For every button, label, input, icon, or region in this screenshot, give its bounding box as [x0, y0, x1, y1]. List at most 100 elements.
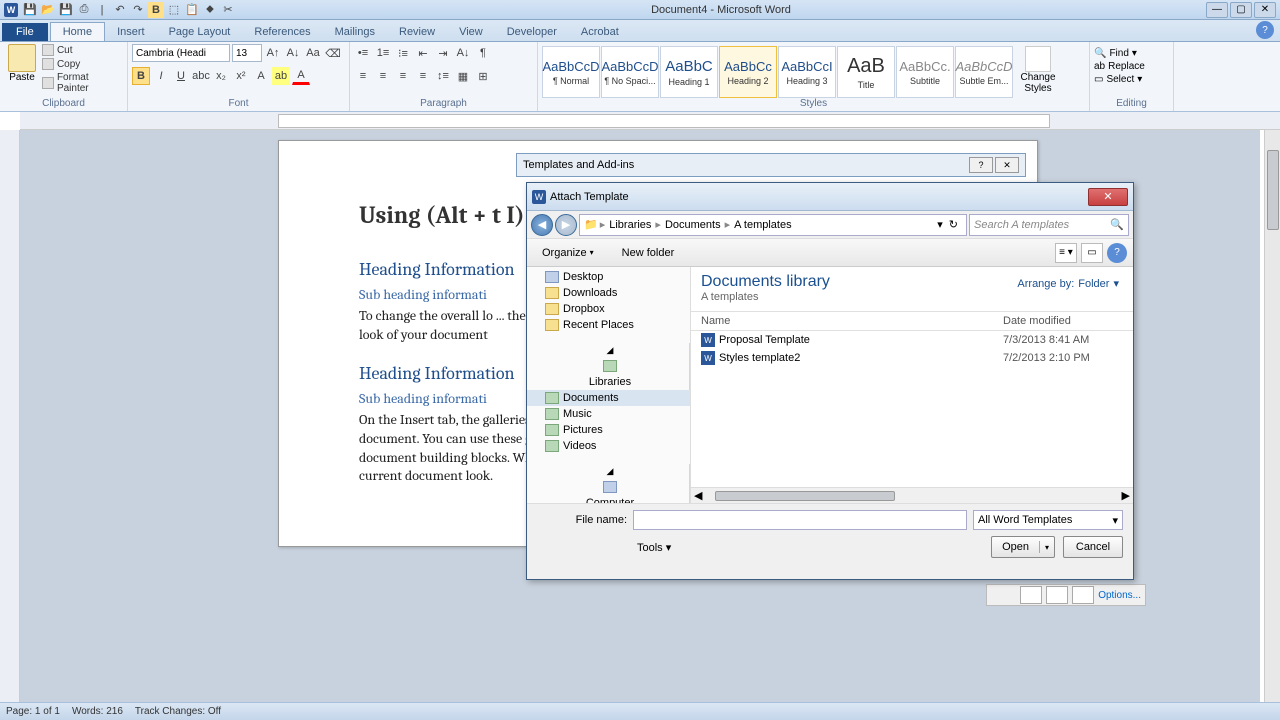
templates-close-button[interactable]: ✕: [995, 157, 1019, 173]
help-icon[interactable]: ?: [1256, 21, 1274, 39]
change-case-icon[interactable]: Aa: [304, 44, 322, 62]
show-marks-icon[interactable]: ¶: [474, 44, 492, 62]
tab-insert[interactable]: Insert: [105, 23, 157, 41]
minimize-button[interactable]: —: [1206, 2, 1228, 18]
font-size-combo[interactable]: 13: [232, 44, 262, 62]
style-no-spacing[interactable]: AaBbCcD¶ No Spaci...: [601, 46, 659, 98]
filename-input[interactable]: [633, 510, 967, 530]
crumb-documents[interactable]: Documents: [663, 219, 723, 231]
find-button[interactable]: 🔍Find ▾: [1094, 48, 1145, 59]
shading-icon[interactable]: ▦: [454, 67, 472, 85]
col-date[interactable]: Date modified: [1003, 315, 1123, 327]
tab-developer[interactable]: Developer: [495, 23, 569, 41]
close-button[interactable]: ✕: [1254, 2, 1276, 18]
dialog-titlebar[interactable]: W Attach Template ✕: [527, 183, 1133, 211]
preview-button[interactable]: ▭: [1081, 243, 1103, 263]
format-painter-button[interactable]: Format Painter: [42, 72, 123, 94]
back-button[interactable]: ◀: [531, 214, 553, 236]
status-words[interactable]: Words: 216: [72, 706, 123, 717]
nav-recent[interactable]: Recent Places: [527, 317, 690, 333]
style-heading1[interactable]: AaBbCHeading 1: [660, 46, 718, 98]
qat-open-icon[interactable]: 📂: [40, 2, 56, 18]
borders-icon[interactable]: ⊞: [474, 67, 492, 85]
status-track[interactable]: Track Changes: Off: [135, 706, 221, 717]
style-heading3[interactable]: AaBbCcIHeading 3: [778, 46, 836, 98]
multilevel-icon[interactable]: ⁝≡: [394, 44, 412, 62]
search-input[interactable]: Search A templates 🔍: [969, 214, 1129, 236]
qat-cut-icon[interactable]: ✂: [220, 2, 236, 18]
nav-dropbox[interactable]: Dropbox: [527, 301, 690, 317]
nav-videos[interactable]: Videos: [527, 438, 690, 454]
nav-computer[interactable]: ◢Computer: [527, 464, 690, 503]
horizontal-scrollbar[interactable]: ◀▶: [691, 487, 1133, 503]
tab-page-layout[interactable]: Page Layout: [157, 23, 243, 41]
view-mode-button[interactable]: ≡ ▾: [1055, 243, 1077, 263]
clear-format-icon[interactable]: ⌫: [324, 44, 342, 62]
horizontal-ruler[interactable]: [20, 112, 1280, 130]
line-spacing-icon[interactable]: ↕≡: [434, 67, 452, 85]
crumb-folder[interactable]: A templates: [732, 219, 793, 231]
opt-icon-3[interactable]: [1072, 586, 1094, 604]
nav-documents[interactable]: Documents: [527, 390, 690, 406]
sort-icon[interactable]: A↓: [454, 44, 472, 62]
italic-button[interactable]: I: [152, 67, 170, 85]
paste-button[interactable]: Paste: [4, 44, 40, 83]
tab-references[interactable]: References: [242, 23, 322, 41]
grow-font-icon[interactable]: A↑: [264, 44, 282, 62]
dec-indent-icon[interactable]: ⇤: [414, 44, 432, 62]
tab-acrobat[interactable]: Acrobat: [569, 23, 631, 41]
align-right-icon[interactable]: ≡: [394, 67, 412, 85]
column-headers[interactable]: Name Date modified: [691, 311, 1133, 331]
nav-desktop[interactable]: Desktop: [527, 269, 690, 285]
forward-button[interactable]: ▶: [555, 214, 577, 236]
tab-view[interactable]: View: [447, 23, 495, 41]
qat-save2-icon[interactable]: 💾: [58, 2, 74, 18]
opt-icon-2[interactable]: [1046, 586, 1068, 604]
numbering-icon[interactable]: 1≡: [374, 44, 392, 62]
style-normal[interactable]: AaBbCcD¶ Normal: [542, 46, 600, 98]
arrange-by[interactable]: Arrange by: Folder ▾: [1017, 277, 1119, 290]
file-row[interactable]: W Proposal Template 7/3/2013 8:41 AM: [691, 331, 1133, 349]
qat-object-icon[interactable]: ⬥: [202, 2, 218, 18]
qat-ext-icon[interactable]: ⬚: [166, 2, 182, 18]
justify-icon[interactable]: ≡: [414, 67, 432, 85]
qat-redo-icon[interactable]: ↷: [130, 2, 146, 18]
dialog-close-button[interactable]: ✕: [1088, 188, 1128, 206]
vertical-scrollbar[interactable]: [1264, 130, 1280, 702]
open-dropdown-icon[interactable]: ▾: [1040, 543, 1054, 552]
cut-button[interactable]: Cut: [42, 44, 123, 56]
change-styles-button[interactable]: Change Styles: [1015, 44, 1061, 94]
cancel-button[interactable]: Cancel: [1063, 536, 1123, 558]
qat-bold-icon[interactable]: B: [148, 2, 164, 18]
replace-button[interactable]: abReplace: [1094, 61, 1145, 72]
text-effects-icon[interactable]: A: [252, 67, 270, 85]
align-left-icon[interactable]: ≡: [354, 67, 372, 85]
align-center-icon[interactable]: ≡: [374, 67, 392, 85]
maximize-button[interactable]: ▢: [1230, 2, 1252, 18]
file-row[interactable]: W Styles template2 7/2/2013 2:10 PM: [691, 349, 1133, 367]
style-heading2[interactable]: AaBbCcHeading 2: [719, 46, 777, 98]
nav-pictures[interactable]: Pictures: [527, 422, 690, 438]
organize-button[interactable]: Organize▾: [533, 244, 603, 262]
qat-save-icon[interactable]: 💾: [22, 2, 38, 18]
subscript-button[interactable]: x₂: [212, 67, 230, 85]
breadcrumb-dropdown-icon[interactable]: ▾: [937, 218, 943, 231]
copy-button[interactable]: Copy: [42, 58, 123, 70]
dialog-help-icon[interactable]: ?: [1107, 243, 1127, 263]
underline-button[interactable]: U: [172, 67, 190, 85]
open-button[interactable]: Open ▾: [991, 536, 1055, 558]
status-page[interactable]: Page: 1 of 1: [6, 706, 60, 717]
refresh-icon[interactable]: ↻: [945, 218, 962, 231]
opt-icon-1[interactable]: [1020, 586, 1042, 604]
tab-mailings[interactable]: Mailings: [323, 23, 387, 41]
font-color-icon[interactable]: A: [292, 67, 310, 85]
crumb-libraries[interactable]: Libraries: [607, 219, 653, 231]
options-link[interactable]: Options...: [1098, 590, 1141, 601]
highlight-icon[interactable]: ab: [272, 67, 290, 85]
templates-help-button[interactable]: ?: [969, 157, 993, 173]
breadcrumb[interactable]: 📁 ▸ Libraries ▸ Documents ▸ A templates …: [579, 214, 967, 236]
style-title[interactable]: AaBTitle: [837, 46, 895, 98]
nav-downloads[interactable]: Downloads: [527, 285, 690, 301]
style-subtitle[interactable]: AaBbCc.Subtitle: [896, 46, 954, 98]
qat-print-icon[interactable]: ⎙: [76, 2, 92, 18]
